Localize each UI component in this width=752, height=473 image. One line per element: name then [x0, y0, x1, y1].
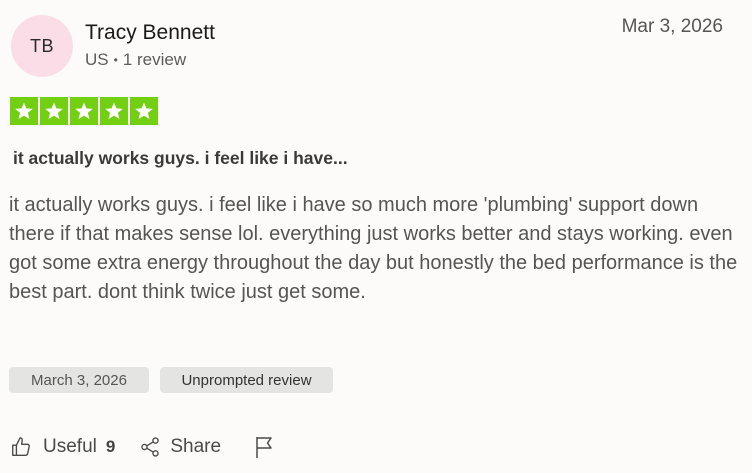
reviewer-review-count: 1 review: [122, 50, 187, 69]
useful-button[interactable]: Useful 9: [10, 436, 115, 458]
share-button[interactable]: Share: [139, 436, 221, 458]
review-card: TB Tracy Bennett US • 1 review Mar 3, 20…: [0, 0, 752, 473]
share-label: Share: [170, 436, 222, 457]
flag-icon: [253, 435, 275, 459]
star-icon: [100, 97, 128, 125]
reviewer-meta: US • 1 review: [85, 50, 186, 70]
star-icon: [70, 97, 98, 125]
avatar[interactable]: TB: [11, 15, 73, 77]
review-date: Mar 3, 2026: [621, 16, 723, 37]
star-icon: [130, 97, 158, 125]
date-of-experience-label: March 3, 2026: [31, 371, 127, 389]
star-icon: [10, 97, 38, 125]
thumbs-up-icon: [10, 436, 32, 458]
review-actions: Useful 9 Share: [10, 432, 275, 462]
reviewer-name[interactable]: Tracy Bennett: [85, 21, 215, 45]
useful-count: 9: [105, 437, 116, 456]
unprompted-review-badge[interactable]: Unprompted review: [160, 367, 333, 393]
useful-label: Useful: [43, 436, 97, 457]
review-title[interactable]: it actually works guys. i feel like i ha…: [13, 148, 348, 169]
avatar-initials: TB: [29, 35, 54, 56]
star-rating: [10, 97, 158, 125]
review-body: it actually works guys. i feel like i ha…: [9, 194, 738, 303]
unprompted-review-label: Unprompted review: [181, 371, 312, 389]
share-icon: [139, 436, 161, 458]
date-of-experience-badge: March 3, 2026: [9, 367, 149, 393]
reviewer-country: US: [85, 50, 109, 69]
report-button[interactable]: [253, 435, 275, 459]
meta-separator: •: [113, 53, 118, 67]
star-icon: [40, 97, 68, 125]
